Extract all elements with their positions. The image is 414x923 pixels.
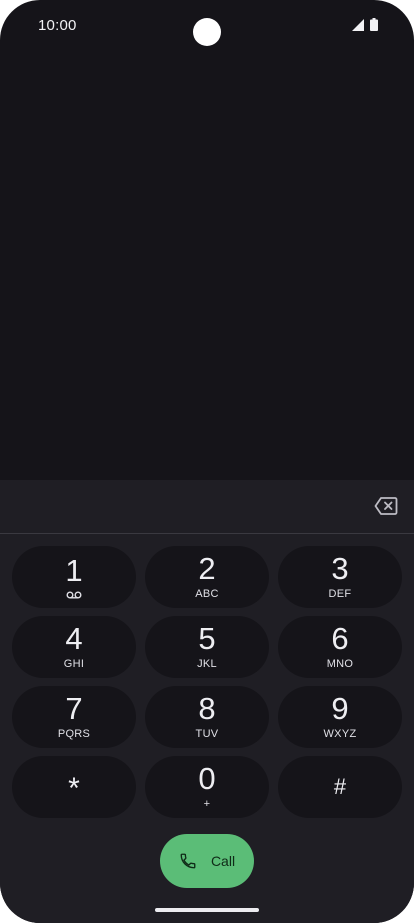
key-letters: MNO [326,658,354,670]
dial-key-2[interactable]: 2 ABC [145,546,269,608]
dialed-number[interactable] [20,492,350,522]
key-digit: 9 [331,691,349,726]
call-button[interactable]: Call [160,834,254,888]
key-letters: + [203,798,211,810]
key-digit: 3 [331,551,349,586]
dial-key-1[interactable]: 1 [12,546,136,608]
battery-icon [370,18,378,31]
dial-key-star[interactable]: * [12,756,136,818]
key-letters: DEF [328,588,352,600]
dial-key-7[interactable]: 7 PQRS [12,686,136,748]
key-letters: JKL [197,658,217,670]
key-letters: TUV [195,728,219,740]
signal-icon [352,18,364,31]
dial-key-8[interactable]: 8 TUV [145,686,269,748]
dial-key-9[interactable]: 9 WXYZ [278,686,402,748]
key-letters: GHI [63,658,85,670]
status-bar: 10:00 [0,0,414,52]
key-digit: 5 [198,621,216,656]
call-log-area [0,52,414,480]
key-digit: 8 [198,691,216,726]
dial-key-0[interactable]: 0 + [145,756,269,818]
status-time: 10:00 [38,17,77,34]
call-button-label: Call [210,853,236,869]
key-digit: 2 [198,551,216,586]
backspace-icon[interactable] [374,496,398,516]
phone-icon [180,853,196,869]
key-digit: 0 [198,761,216,796]
dial-key-hash[interactable]: # [278,756,402,818]
key-letters: WXYZ [323,728,357,740]
dial-key-3[interactable]: 3 DEF [278,546,402,608]
dial-key-4[interactable]: 4 GHI [12,616,136,678]
dial-key-5[interactable]: 5 JKL [145,616,269,678]
key-letters: PQRS [57,728,91,740]
status-icons [352,18,378,31]
voicemail-icon [66,591,82,599]
key-digit: 6 [331,621,349,656]
key-digit: # [333,774,347,799]
key-digit: 4 [65,621,83,656]
front-camera-cutout [193,18,221,46]
dialed-number-field[interactable] [0,480,414,534]
dial-key-6[interactable]: 6 MNO [278,616,402,678]
key-digit: * [68,772,80,805]
key-digit: 1 [65,553,83,588]
keypad-area: 1 2 ABC 3 DEF 4 GHI 5 JKL 6 MNO 7 PQRS 8… [0,534,414,923]
key-letters: ABC [195,588,219,600]
phone-screen: 10:00 1 2 ABC 3 DEF 4 GHI 5 JKL 6 MNO 7 … [0,0,414,923]
home-indicator[interactable] [155,908,259,912]
dialpad: 1 2 ABC 3 DEF 4 GHI 5 JKL 6 MNO 7 PQRS 8… [12,546,402,818]
key-digit: 7 [65,691,83,726]
